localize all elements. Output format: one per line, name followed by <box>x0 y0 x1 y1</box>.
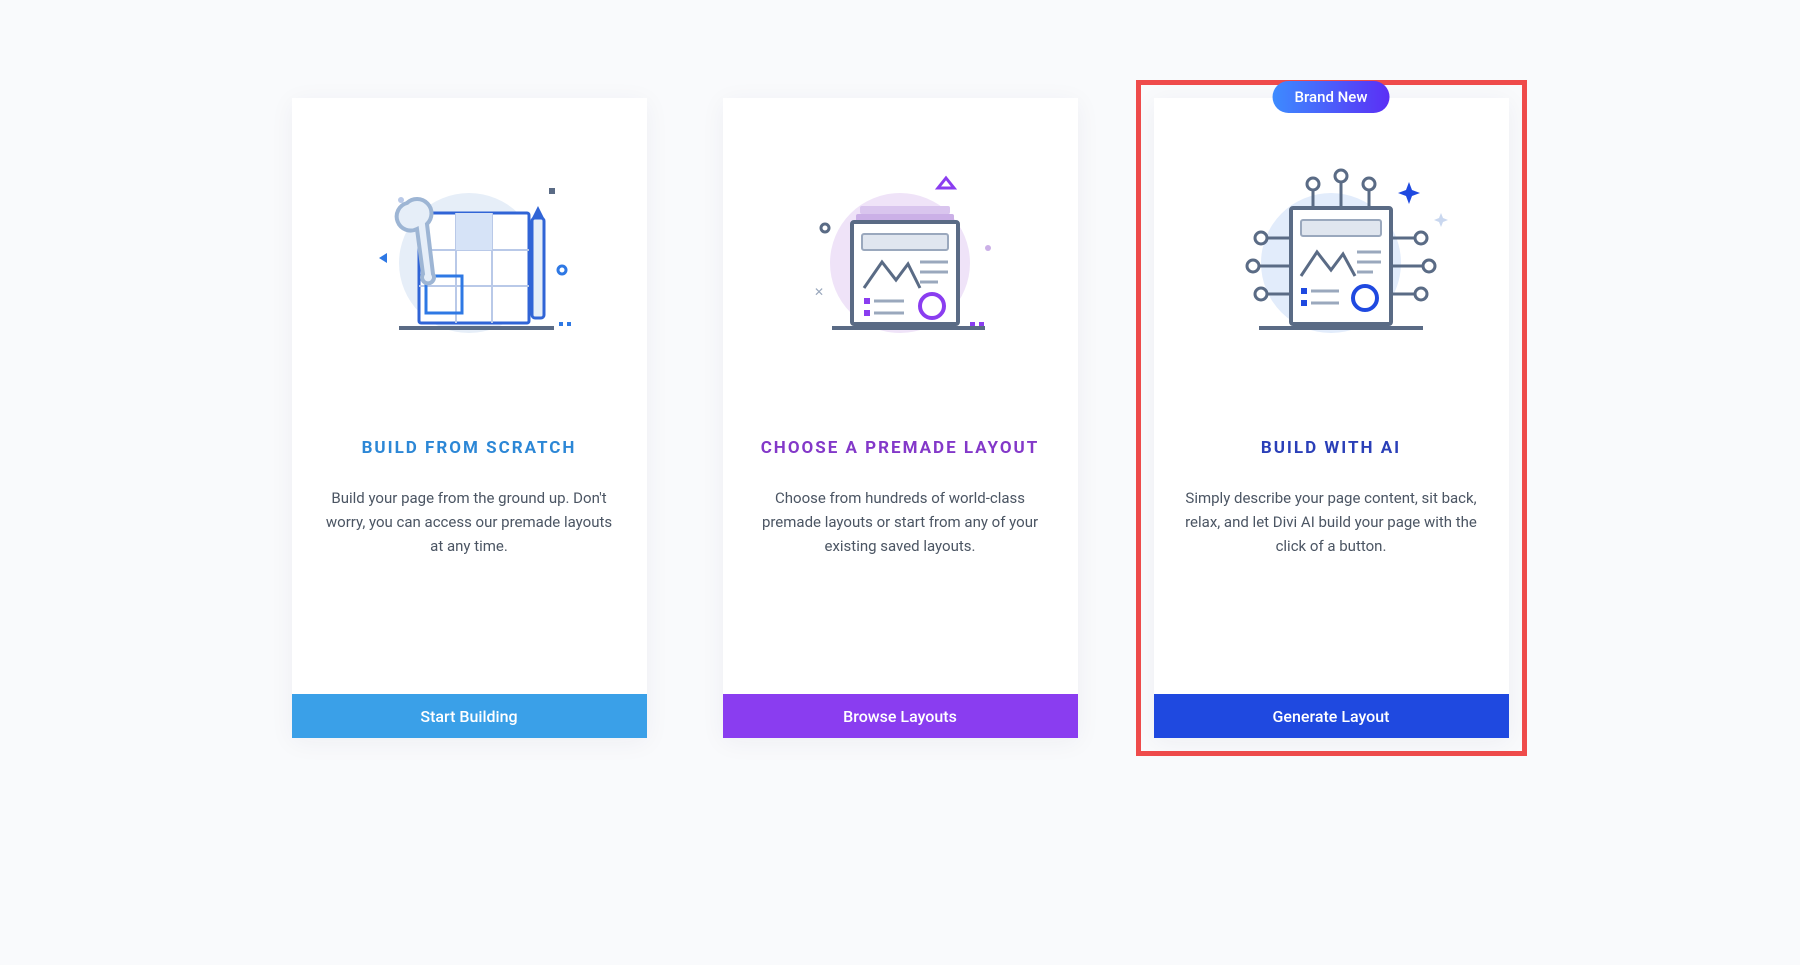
ai-illustration <box>1154 98 1509 398</box>
card-premade-layout[interactable]: ✕ Choose A Premade Layout Choose from hu… <box>723 98 1078 738</box>
card-title: Build With AI <box>1184 438 1479 458</box>
card-description: Build your page from the ground up. Don'… <box>322 486 617 558</box>
start-building-button[interactable]: Start Building <box>292 694 647 738</box>
browse-layouts-button[interactable]: Browse Layouts <box>723 694 1078 738</box>
premade-illustration: ✕ <box>723 98 1078 398</box>
card-wrap-ai-highlighted: Brand New <box>1136 80 1527 756</box>
card-title: Choose A Premade Layout <box>753 438 1048 458</box>
card-build-with-ai[interactable]: Brand New <box>1154 98 1509 738</box>
svg-text:✕: ✕ <box>814 285 824 299</box>
brand-new-badge: Brand New <box>1273 81 1390 113</box>
card-description: Choose from hundreds of world-class prem… <box>753 486 1048 558</box>
card-build-from-scratch[interactable]: Build From Scratch Build your page from … <box>292 98 647 738</box>
card-title: Build From Scratch <box>322 438 617 458</box>
generate-layout-button[interactable]: Generate Layout <box>1154 694 1509 738</box>
card-description: Simply describe your page content, sit b… <box>1184 486 1479 558</box>
layout-choice-cards: Build From Scratch Build your page from … <box>274 80 1527 756</box>
scratch-illustration <box>292 98 647 398</box>
card-wrap-scratch: Build From Scratch Build your page from … <box>274 80 665 756</box>
card-wrap-premade: ✕ Choose A Premade Layout Choose from hu… <box>705 80 1096 756</box>
ai-chip-doc-icon <box>1201 158 1461 368</box>
template-doc-icon: ✕ <box>770 158 1030 368</box>
grid-wrench-icon <box>339 158 599 368</box>
